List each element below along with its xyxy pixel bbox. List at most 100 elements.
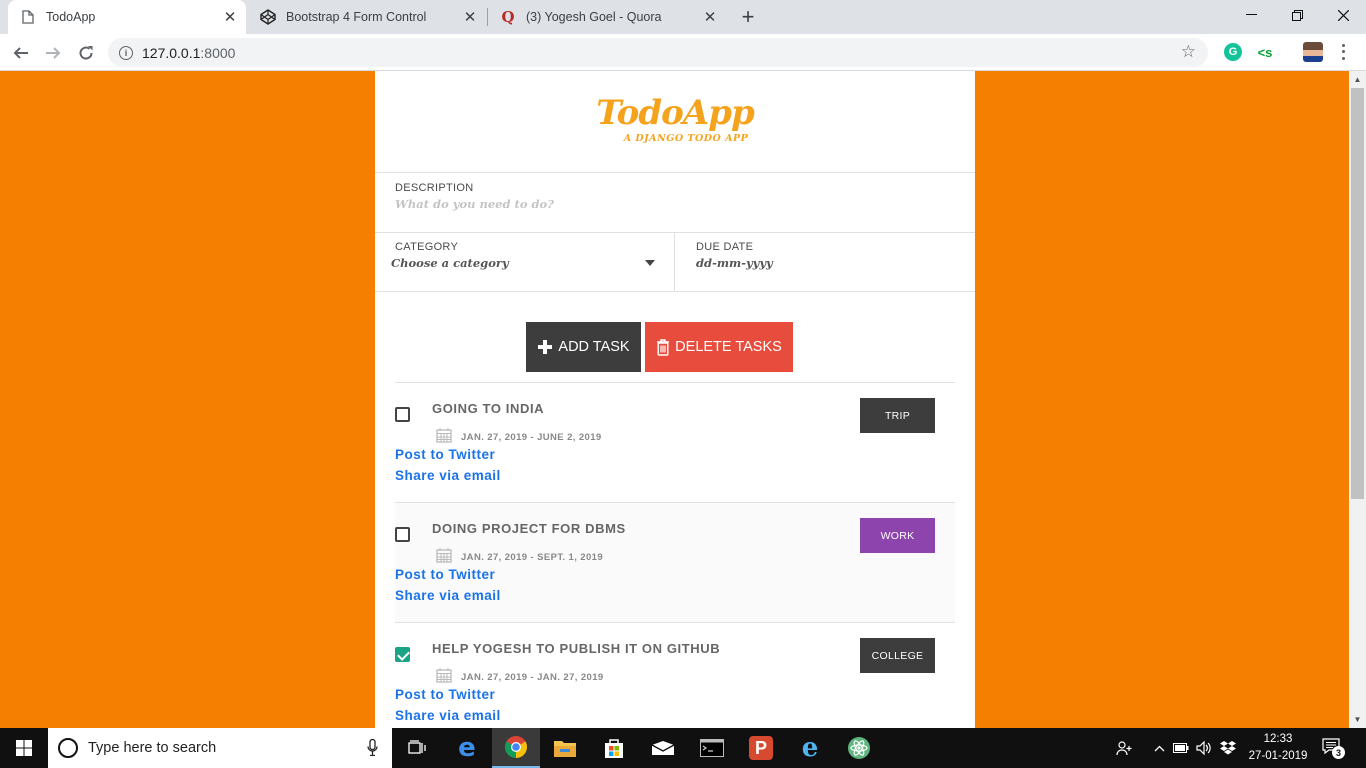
tab-title: (3) Yogesh Goel - Quora: [526, 10, 662, 24]
terminal-icon[interactable]: [688, 728, 736, 768]
close-window-button[interactable]: [1320, 0, 1366, 30]
microphone-icon[interactable]: [367, 739, 378, 756]
post-to-twitter-link[interactable]: Post to Twitter: [395, 447, 495, 462]
address-bar[interactable]: i 127.0.0.1:8000 ☆: [108, 38, 1208, 67]
chrome-icon[interactable]: [492, 728, 540, 768]
app-logo: TodoApp: [596, 93, 754, 133]
tab-quora[interactable]: Q (3) Yogesh Goel - Quora ✕: [488, 0, 726, 34]
restore-button[interactable]: [1274, 0, 1320, 30]
tab-title: TodoApp: [46, 10, 96, 24]
category-label: CATEGORY: [395, 241, 459, 253]
scroll-down-icon[interactable]: ▼: [1349, 711, 1366, 728]
description-label: DESCRIPTION: [395, 182, 474, 194]
taskbar-search-box[interactable]: Type here to search: [48, 728, 392, 768]
share-via-email-link[interactable]: Share via email: [395, 468, 501, 483]
app-subtitle: A DJANGO TODO APP: [623, 133, 749, 144]
people-icon[interactable]: [1112, 728, 1136, 768]
category-tag: COLLEGE: [860, 638, 935, 673]
notification-count: 3: [1332, 746, 1345, 759]
category-tag: WORK: [860, 518, 935, 553]
description-input[interactable]: What do you need to do?: [395, 197, 554, 211]
add-task-label: ADD TASK: [558, 339, 630, 355]
delete-tasks-button[interactable]: DELETE TASKS: [645, 322, 793, 372]
grammarly-icon[interactable]: G: [1224, 43, 1242, 61]
browser-toolbar: i 127.0.0.1:8000 ☆ G <s: [0, 34, 1366, 71]
volume-icon[interactable]: [1194, 728, 1214, 768]
due-date-label: DUE DATE: [696, 241, 754, 253]
info-icon[interactable]: i: [119, 45, 133, 60]
new-tab-button[interactable]: +: [736, 4, 760, 29]
atom-icon[interactable]: [835, 728, 883, 768]
dropbox-icon[interactable]: [1218, 728, 1238, 768]
calendar-icon: [436, 668, 452, 683]
clock-date: 27-01-2019: [1248, 750, 1308, 762]
share-via-email-link[interactable]: Share via email: [395, 588, 501, 603]
calendar-icon: [436, 428, 452, 443]
page-scrollbar[interactable]: ▲ ▼: [1349, 71, 1366, 728]
minimize-button[interactable]: [1228, 0, 1274, 30]
tab-todoapp[interactable]: TodoApp ✕: [8, 0, 246, 34]
windows-start-button[interactable]: [0, 728, 48, 768]
postman-icon[interactable]: P: [737, 728, 785, 768]
share-via-email-link[interactable]: Share via email: [395, 708, 501, 723]
reload-button[interactable]: [73, 40, 99, 66]
description-field[interactable]: DESCRIPTION What do you need to do?: [375, 173, 975, 233]
post-to-twitter-link[interactable]: Post to Twitter: [395, 687, 495, 702]
tab-title: Bootstrap 4 Form Control: [286, 10, 427, 24]
post-to-twitter-link[interactable]: Post to Twitter: [395, 567, 495, 582]
edge-icon[interactable]: e: [443, 728, 491, 768]
trash-icon: [657, 338, 670, 356]
internet-explorer-icon[interactable]: e: [786, 728, 834, 768]
due-date-input[interactable]: dd-mm-yyyy: [696, 256, 773, 270]
close-tab-icon[interactable]: ✕: [220, 7, 240, 27]
task-checkbox[interactable]: [395, 527, 410, 542]
system-clock[interactable]: 12:33 27-01-2019: [1238, 731, 1318, 765]
url-text: 127.0.0.1:8000: [142, 44, 236, 61]
task-item: DOING PROJECT FOR DBMS JAN. 27, 2019 - S…: [395, 502, 955, 622]
mail-icon[interactable]: [639, 728, 687, 768]
delete-tasks-label: DELETE TASKS: [675, 339, 782, 355]
battery-icon[interactable]: [1172, 728, 1190, 768]
windows-logo-icon: [16, 740, 32, 756]
task-name: DOING PROJECT FOR DBMS: [432, 521, 626, 536]
code-extension-icon[interactable]: <s: [1256, 43, 1274, 61]
store-icon[interactable]: [590, 728, 638, 768]
task-name: HELP YOGESH TO PUBLISH IT ON GITHUB: [432, 641, 721, 656]
browser-tab-strip: TodoApp ✕ Bootstrap 4 Form Control ✕ Q (…: [0, 0, 1366, 34]
plus-icon: [538, 340, 553, 354]
task-dates: JAN. 27, 2019 - JUNE 2, 2019: [461, 432, 602, 443]
profile-avatar[interactable]: [1303, 42, 1323, 62]
task-item: GOING TO INDIA JAN. 27, 2019 - JUNE 2, 2…: [395, 382, 955, 502]
tab-bootstrap[interactable]: Bootstrap 4 Form Control ✕: [248, 0, 486, 34]
windows-taskbar: Type here to search e P e 12:33 27-01-20…: [0, 728, 1366, 768]
task-checkbox[interactable]: [395, 647, 410, 662]
scroll-thumb[interactable]: [1351, 88, 1364, 499]
chrome-menu-icon[interactable]: [1336, 42, 1350, 62]
calendar-icon: [436, 548, 452, 563]
add-task-button[interactable]: ADD TASK: [526, 322, 641, 372]
chevron-down-icon[interactable]: [645, 260, 655, 266]
chevron-up-icon[interactable]: [1150, 728, 1168, 768]
task-checkbox[interactable]: [395, 407, 410, 422]
todo-card: TodoApp A DJANGO TODO APP DESCRIPTION Wh…: [375, 71, 975, 728]
file-explorer-icon[interactable]: [541, 728, 589, 768]
bookmark-star-icon[interactable]: ☆: [1181, 42, 1196, 62]
page-icon: [20, 9, 36, 25]
task-dates: JAN. 27, 2019 - JAN. 27, 2019: [461, 672, 604, 683]
category-select[interactable]: CATEGORY Choose a category: [375, 233, 675, 292]
task-item: HELP YOGESH TO PUBLISH IT ON GITHUB JAN.…: [395, 622, 955, 728]
close-tab-icon[interactable]: ✕: [700, 7, 720, 27]
back-button[interactable]: [8, 40, 34, 66]
due-date-field[interactable]: DUE DATE dd-mm-yyyy: [675, 233, 975, 292]
task-name: GOING TO INDIA: [432, 401, 545, 416]
cortana-icon: [58, 738, 78, 758]
action-center-icon[interactable]: 3: [1322, 738, 1345, 759]
search-placeholder: Type here to search: [88, 740, 217, 756]
brand-header: TodoApp A DJANGO TODO APP: [375, 71, 975, 173]
quora-icon: Q: [501, 8, 515, 26]
scroll-up-icon[interactable]: ▲: [1349, 71, 1366, 88]
task-view-icon[interactable]: [394, 728, 442, 768]
forward-button[interactable]: [40, 40, 66, 66]
close-tab-icon[interactable]: ✕: [460, 7, 480, 27]
category-value[interactable]: Choose a category: [391, 256, 509, 270]
